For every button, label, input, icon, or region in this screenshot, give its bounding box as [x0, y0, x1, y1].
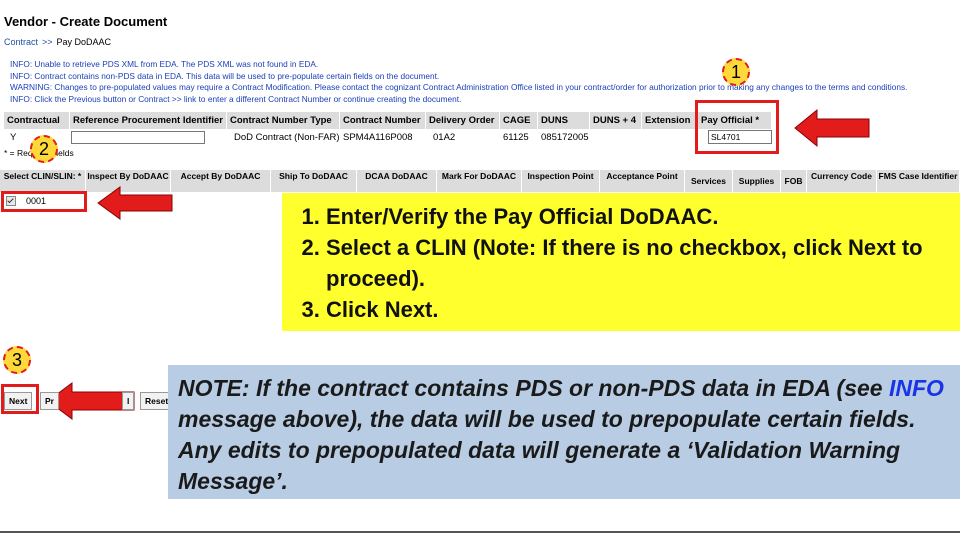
header-delivery-order: Delivery Order — [426, 112, 500, 129]
message-list: INFO: Unable to retrieve PDS XML from ED… — [10, 59, 950, 105]
header-reference-procurement-identifier: Reference Procurement Identifier — [70, 112, 227, 129]
header-duns-plus-4: DUNS + 4 — [590, 112, 642, 129]
info-message: INFO: Contract contains non-PDS data in … — [10, 70, 440, 81]
header-contractual: Contractual — [4, 112, 70, 129]
note-text-end: message above), the data will be used to… — [178, 406, 916, 494]
arrow-left-icon — [97, 186, 173, 220]
header-dcaa: DCAA DoDAAC — [357, 170, 437, 192]
header-cage: CAGE — [500, 112, 538, 129]
contract-table-row: Y DoD Contract (Non-FAR) SPM4A116P008 01… — [4, 130, 698, 146]
next-button[interactable]: Next — [4, 392, 33, 410]
contract-table-header: Contractual Reference Procurement Identi… — [4, 112, 772, 129]
instruction-step: Enter/Verify the Pay Official DoDAAC. — [326, 201, 960, 232]
note-info-highlight: INFO — [888, 375, 944, 401]
note-text-start: NOTE: If the contract contains PDS or no… — [178, 375, 889, 401]
warning-message: WARNING: Changes to pre-populated values… — [10, 82, 908, 92]
step-badge-3: 3 — [3, 346, 31, 374]
reference-procurement-input[interactable] — [71, 130, 205, 144]
arrow-left-icon — [794, 108, 870, 148]
header-select-clin: Select CLIN/SLIN: * — [0, 170, 86, 192]
value-duns: 085172005 — [541, 132, 589, 143]
header-fms-case-identifier: FMS Case Identifier — [877, 170, 960, 192]
header-duns: DUNS — [538, 112, 590, 129]
value-extension — [642, 130, 698, 146]
cancel-button[interactable]: l — [122, 392, 135, 410]
value-delivery-order: 01A2 — [433, 132, 456, 143]
value-cage: 61125 — [503, 132, 529, 143]
info-message: INFO: Unable to retrieve PDS XML from ED… — [10, 59, 319, 69]
header-accept-by: Accept By DoDAAC — [171, 170, 271, 192]
page-title: Vendor - Create Document — [4, 14, 168, 29]
header-mark-for: Mark For DoDAAC — [437, 170, 522, 192]
info-message: INFO: Click the Previous button or Contr… — [10, 93, 462, 104]
note-callout: NOTE: If the contract contains PDS or no… — [168, 365, 960, 499]
step-badge-1: 1 — [722, 58, 750, 86]
value-duns-plus-4 — [590, 130, 642, 146]
header-currency-code: Currency Code — [807, 170, 877, 192]
header-acceptance-point: Acceptance Point — [600, 170, 685, 192]
value-contract-number: SPM4A116P008 — [343, 132, 413, 143]
header-services: Services — [685, 170, 733, 192]
header-ship-to: Ship To DoDAAC — [271, 170, 357, 192]
header-inspection-point: Inspection Point — [522, 170, 600, 192]
highlight-clin — [1, 191, 87, 212]
header-fob: FOB — [781, 170, 807, 192]
breadcrumb-contract-link[interactable]: Contract — [4, 37, 38, 47]
instruction-step: Click Next. — [326, 294, 960, 325]
previous-button[interactable]: Pr — [40, 392, 59, 410]
instruction-steps: Enter/Verify the Pay Official DoDAAC. Se… — [294, 201, 960, 325]
instruction-callout: Enter/Verify the Pay Official DoDAAC. Se… — [282, 193, 960, 331]
breadcrumb: Contract >> Pay DoDAAC — [4, 37, 111, 47]
header-extension: Extension — [642, 112, 698, 129]
value-contract-number-type: DoD Contract (Non-FAR) — [234, 132, 340, 143]
header-supplies: Supplies — [733, 170, 781, 192]
header-contract-number: Contract Number — [340, 112, 426, 129]
reference-procurement-cell — [70, 130, 227, 146]
instruction-step: Select a CLIN (Note: If there is no chec… — [326, 232, 960, 294]
breadcrumb-separator: >> — [42, 37, 53, 47]
step-badge-2: 2 — [30, 135, 58, 163]
highlight-pay-official — [695, 100, 779, 154]
header-contract-number-type: Contract Number Type — [227, 112, 340, 129]
breadcrumb-current: Pay DoDAAC — [56, 37, 112, 47]
